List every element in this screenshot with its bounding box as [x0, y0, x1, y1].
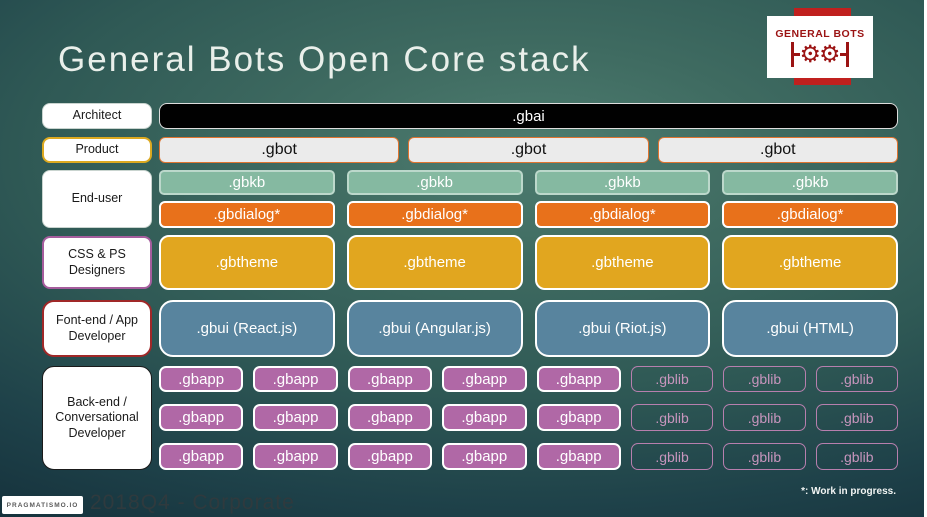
row-label-architect: Architect [42, 103, 152, 129]
gbai-box: .gbai [159, 103, 898, 129]
gblib-box: .gblib [630, 443, 714, 470]
gbapp-box: .gbapp [253, 404, 338, 431]
work-in-progress-footnote: *: Work in progress. [801, 486, 896, 497]
gears-icon: ⚙ ⚙ [791, 40, 849, 68]
gblib-box: .gblib [815, 366, 898, 392]
gbtheme-box: .gbtheme [346, 235, 523, 290]
gbtheme-box: .gbtheme [534, 235, 711, 290]
gbapp-box: .gbapp [347, 366, 433, 392]
gblib-box: .gblib [815, 443, 898, 470]
row-label-frontend-developer: Font-end / App Developer [42, 300, 152, 357]
general-bots-logo: GENERAL BOTS ⚙ ⚙ [767, 16, 873, 78]
gblib-box: .gblib [723, 366, 806, 392]
backend-row: .gbapp .gbapp .gbapp .gbapp .gbapp .gbli… [159, 443, 898, 470]
gblib-box: .gblib [723, 443, 806, 470]
gbapp-box: .gbapp [347, 404, 433, 431]
product-row: .gbot .gbot .gbot [159, 137, 898, 163]
slide-caption: 2018Q4 - Corporate [90, 491, 295, 514]
gbdialog-box: .gbdialog* [346, 201, 523, 228]
row-label-backend-developer: Back-end / Conversational Developer [42, 366, 152, 470]
gblib-box: .gblib [630, 404, 714, 431]
gear-icon: ⚙ [799, 40, 821, 68]
gbdialog-box: .gbdialog* [534, 201, 711, 228]
gbui-box: .gbui (Riot.js) [534, 300, 711, 357]
gbdialog-row: .gbdialog* .gbdialog* .gbdialog* .gbdial… [159, 201, 898, 228]
gear-icon: ⚙ [819, 40, 841, 68]
gbtheme-box: .gbtheme [722, 235, 898, 290]
gbapp-box: .gbapp [536, 366, 621, 392]
gbapp-box: .gbapp [159, 366, 244, 392]
gbui-box: .gbui (React.js) [159, 300, 335, 357]
gbkb-row: .gbkb .gbkb .gbkb .gbkb [159, 170, 898, 195]
gbot-box: .gbot [159, 137, 400, 163]
row-label-designers: CSS & PS Designers [42, 236, 152, 289]
logo-brand-text: GENERAL BOTS [775, 27, 865, 40]
gblib-box: .gblib [815, 404, 898, 431]
gbui-row: .gbui (React.js) .gbui (Angular.js) .gbu… [159, 300, 898, 357]
gbapp-box: .gbapp [253, 443, 338, 470]
gbapp-box: .gbapp [536, 404, 621, 431]
gbui-box: .gbui (HTML) [722, 300, 898, 357]
gbapp-box: .gbapp [347, 443, 433, 470]
slide: General Bots Open Core stack GENERAL BOT… [0, 0, 927, 517]
gbapp-box: .gbapp [159, 404, 244, 431]
gbapp-box: .gbapp [536, 443, 621, 470]
gbdialog-box: .gbdialog* [722, 201, 898, 228]
gear-right-bar [845, 41, 849, 67]
gbkb-box: .gbkb [534, 170, 711, 195]
gbapp-box: .gbapp [253, 366, 338, 392]
gblib-box: .gblib [630, 366, 714, 392]
row-label-product: Product [42, 137, 152, 163]
gbui-box: .gbui (Angular.js) [346, 300, 523, 357]
gbkb-box: .gbkb [722, 170, 898, 195]
row-label-end-user: End-user [42, 170, 152, 228]
gbot-box: .gbot [408, 137, 649, 163]
gbtheme-box: .gbtheme [159, 235, 335, 290]
gbkb-box: .gbkb [159, 170, 335, 195]
gbapp-box: .gbapp [159, 443, 244, 470]
gblib-box: .gblib [723, 404, 806, 431]
gbapp-box: .gbapp [442, 366, 527, 392]
backend-row: .gbapp .gbapp .gbapp .gbapp .gbapp .gbli… [159, 366, 898, 392]
page-title: General Bots Open Core stack [58, 40, 591, 79]
architect-row: .gbai [159, 103, 898, 129]
backend-row: .gbapp .gbapp .gbapp .gbapp .gbapp .gbli… [159, 404, 898, 431]
gbapp-box: .gbapp [442, 443, 527, 470]
gbtheme-row: .gbtheme .gbtheme .gbtheme .gbtheme [159, 235, 898, 290]
gbot-box: .gbot [657, 137, 898, 163]
pragmatismo-logo: PRAGMATISMO.IO [2, 496, 83, 514]
gbapp-box: .gbapp [442, 404, 527, 431]
gbkb-box: .gbkb [346, 170, 523, 195]
gbdialog-box: .gbdialog* [159, 201, 335, 228]
